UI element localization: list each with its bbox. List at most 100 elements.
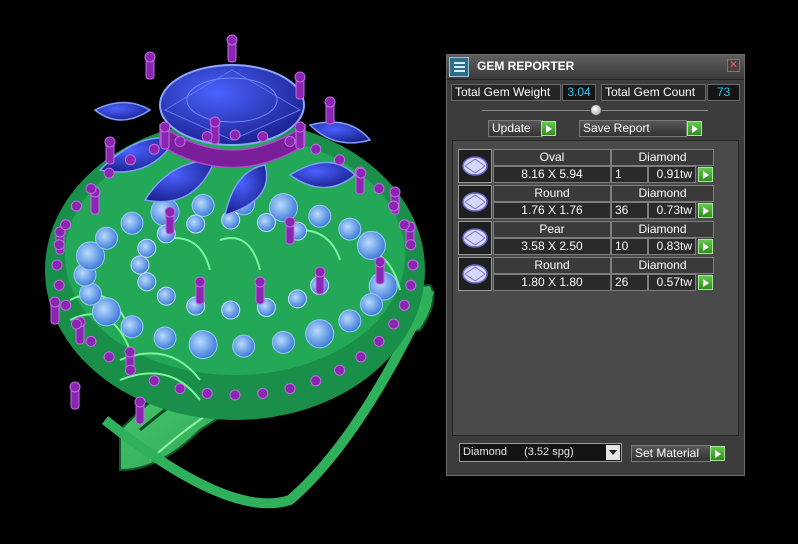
total-gem-weight-label: Total Gem Weight [451,84,561,101]
bead [405,239,417,251]
bead [334,364,346,376]
gem-shape: Oval [493,149,611,166]
panel-title: GEM REPORTER [477,59,575,73]
prong-tip [209,116,221,128]
set-material-arrow-icon[interactable] [710,446,725,461]
bead [174,383,186,395]
chevron-down-icon[interactable] [606,445,620,460]
gem-count: 1 [611,166,648,183]
prong-tip [374,256,386,268]
gem-row[interactable]: Round Diamond 1.76 X 1.76 36 0.73tw [458,185,718,219]
update-arrow-icon[interactable] [541,121,556,136]
bead [405,279,417,291]
round-gem [256,213,276,232]
gem-row[interactable]: Round Diamond 1.80 X 1.80 26 0.57tw [458,257,718,291]
gem-size: 1.76 X 1.76 [493,202,611,219]
prong-tip [254,276,266,288]
gem-row[interactable]: Oval Diamond 8.16 X 5.94 1 0.91tw [458,149,718,183]
material-select-name: Diamond [463,446,508,458]
gem-row-arrow-icon[interactable] [698,239,713,254]
prong-tip [314,266,326,278]
gem-material: Diamond [611,185,714,202]
round-gem [186,214,206,234]
bead [407,259,419,271]
set-material-button[interactable]: Set Material [631,445,711,462]
gem-thumbnail-icon[interactable] [458,149,492,183]
total-gem-count-value: 73 [707,84,740,101]
material-select-spg: (3.52 spg) [524,446,574,458]
prong-tip [194,276,206,288]
bead [284,135,296,147]
bead [229,129,241,141]
bead [60,299,72,311]
prong-tip [226,34,238,46]
bead [51,259,63,271]
round-gem [338,309,362,333]
bead [201,387,213,399]
gem-row-arrow-icon[interactable] [698,167,713,182]
round-gem [356,230,386,260]
prong-tip [134,396,146,408]
round-gem [188,330,218,360]
gem-thumbnail-icon[interactable] [458,257,492,291]
bead [388,318,400,330]
panel-title-bar[interactable]: GEM REPORTER ✕ [447,55,744,80]
round-gem [305,319,335,349]
gem-thumbnail-icon[interactable] [458,185,492,219]
round-gem [137,238,157,258]
round-gem [221,300,241,320]
prong-tip [324,96,336,108]
bead [174,135,186,147]
round-gem [95,226,118,250]
prong-tip [159,121,171,133]
gem-size: 3.58 X 2.50 [493,238,611,255]
gem-size: 1.80 X 1.80 [493,274,611,291]
bead [124,154,136,166]
prong-tip [49,296,61,308]
splitter-handle[interactable] [590,104,602,116]
material-select[interactable]: Diamond (3.52 spg) [459,443,622,462]
save-report-arrow-icon[interactable] [687,121,702,136]
save-report-button[interactable]: Save Report [579,120,687,137]
bead [103,167,115,179]
round-gem [137,272,157,292]
bead [70,200,82,212]
ring-model [45,34,435,509]
close-icon[interactable]: ✕ [727,59,740,72]
round-gem [288,289,307,309]
gem-row[interactable]: Pear Diamond 3.58 X 2.50 10 0.83tw [458,221,718,255]
round-gem [271,330,295,354]
gem-weight: 0.83tw [648,238,696,255]
round-gem [120,211,144,235]
round-gem [232,334,256,358]
gem-list: Oval Diamond 8.16 X 5.94 1 0.91tw Round Diamon… [452,140,739,436]
round-gem [79,282,102,306]
gem-material: Diamond [611,221,714,238]
bead [310,375,322,387]
gem-row-arrow-icon[interactable] [698,203,713,218]
bead [70,318,82,330]
update-button[interactable]: Update [488,120,543,137]
round-gem [359,293,383,317]
round-gem [191,193,215,217]
bead [148,375,160,387]
round-gem [156,286,176,306]
total-gem-weight-value: 3.04 [562,84,596,101]
bead [284,383,296,395]
gem-thumbnail-icon[interactable] [458,221,492,255]
bead [257,131,269,143]
gem-row-arrow-icon[interactable] [698,275,713,290]
bead [53,279,65,291]
bead [124,364,136,376]
gem-weight: 0.91tw [648,166,696,183]
round-gem [308,204,332,228]
bead [229,389,241,401]
bead [310,143,322,155]
bead [373,335,385,347]
gem-count: 36 [611,202,648,219]
prong-tip [389,186,401,198]
prong-tip [69,381,81,393]
prong-tip [124,346,136,358]
bead [201,131,213,143]
bead [355,351,367,363]
